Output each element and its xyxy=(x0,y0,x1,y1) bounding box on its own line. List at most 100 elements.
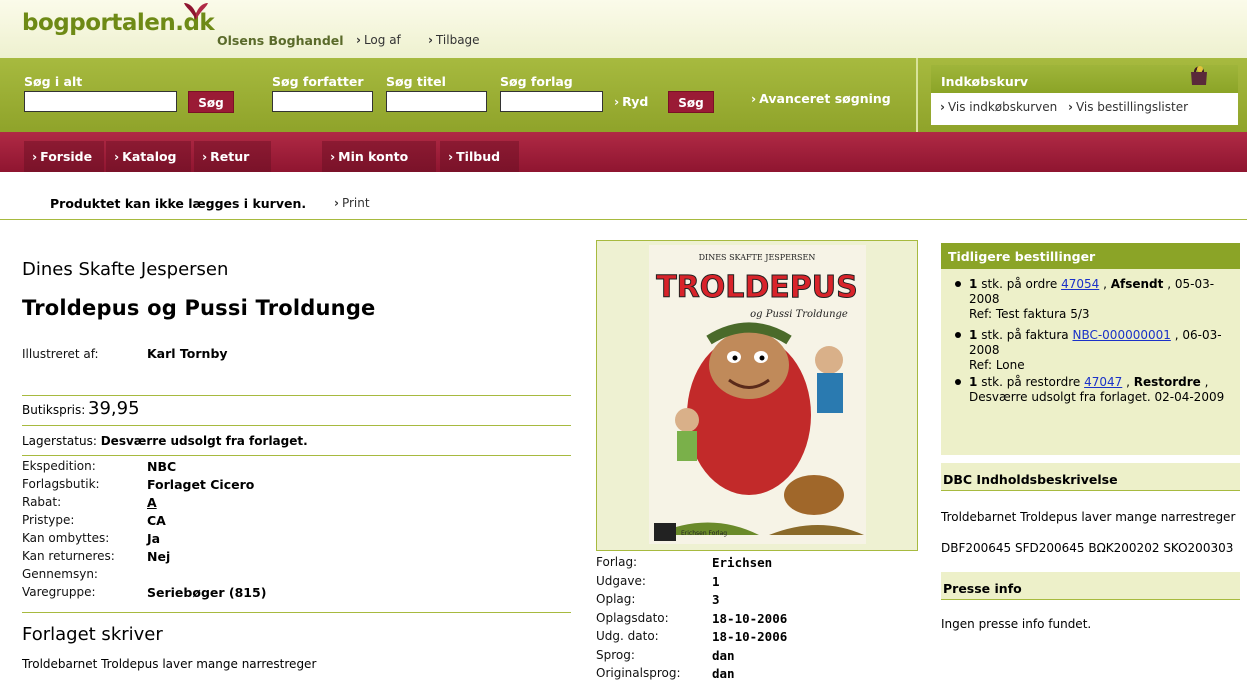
detail-label: Kan ombyttes: xyxy=(22,531,110,545)
stock-status-value: Desværre udsolgt fra forlaget. xyxy=(100,434,308,448)
order-link[interactable]: 47047 xyxy=(1084,375,1122,389)
product-title: Troldepus og Pussi Troldunge xyxy=(22,296,376,320)
detail-label: Rabat: xyxy=(22,495,62,509)
search-publisher-input[interactable] xyxy=(500,91,603,112)
publication-row: Originalsprog: dan xyxy=(596,666,918,684)
product-author[interactable]: Dines Skafte Jespersen xyxy=(22,259,228,280)
publication-row: Udg. dato: 18-10-2006 xyxy=(596,629,918,647)
bullet-icon xyxy=(955,379,961,385)
cover-author: DINES SKAFTE JESPERSEN xyxy=(699,253,816,262)
divider xyxy=(22,395,571,396)
publication-value: 3 xyxy=(712,592,720,607)
previous-order-item: 1 stk. på restordre 47047 , Restordre , … xyxy=(955,375,1234,405)
search-all-label: Søg i alt xyxy=(24,74,83,89)
detail-label: Pristype: xyxy=(22,513,75,527)
publisher-logo: Erichsen Forlag xyxy=(681,530,727,537)
publication-value: 1 xyxy=(712,573,720,589)
book-cover-image[interactable]: DINES SKAFTE JESPERSEN TROLDEPUS og Puss… xyxy=(649,245,866,544)
detail-row: Forlagsbutik: Forlaget Cicero xyxy=(22,477,571,495)
press-title: Presse info xyxy=(941,572,1240,599)
price-label: Butikspris: xyxy=(22,403,86,417)
divider xyxy=(22,455,571,456)
detail-label: Kan returneres: xyxy=(22,549,115,563)
detail-row: Kan returneres: Nej xyxy=(22,549,571,567)
detail-value: Nej xyxy=(147,549,171,564)
detail-value: Seriebøger (815) xyxy=(147,585,267,600)
order-ref: Ref: Lone xyxy=(969,358,1025,372)
order-status: Afsendt xyxy=(1110,277,1164,291)
logout-link[interactable]: › Log af xyxy=(356,33,401,47)
divider xyxy=(941,490,1240,491)
detail-value: CA xyxy=(147,513,166,528)
shop-name: Olsens Boghandel xyxy=(217,33,344,48)
detail-row: Ekspedition: NBC xyxy=(22,459,571,477)
publication-value: Erichsen xyxy=(712,555,773,570)
publication-row: Sprog: dan xyxy=(596,648,918,666)
divider xyxy=(941,599,1240,600)
book-logo-icon xyxy=(184,3,208,20)
advanced-search-link[interactable]: › Avanceret søgning xyxy=(751,91,891,106)
divider xyxy=(22,425,571,426)
search-button[interactable]: Søg xyxy=(668,91,714,113)
previous-order-item: 1 stk. på ordre 47054 , Afsendt , 05-03-… xyxy=(955,277,1234,322)
detail-label: Ekspedition: xyxy=(22,459,96,473)
divider xyxy=(0,219,1247,220)
tab-retur[interactable]: › Retur xyxy=(194,141,271,172)
stock-status: Lagerstatus: Desværre udsolgt fra forlag… xyxy=(22,434,308,448)
price-value: 39,95 xyxy=(88,398,140,419)
detail-value: Ja xyxy=(147,531,161,546)
print-link[interactable]: › Print xyxy=(334,196,370,210)
order-link[interactable]: NBC-000000001 xyxy=(1072,328,1170,342)
order-text: stk. på restordre xyxy=(981,375,1081,389)
illustrator-label: Illustreret af: xyxy=(22,347,99,361)
previous-order-item: 1 stk. på faktura NBC-000000001 , 06-03-… xyxy=(955,328,1234,373)
search-all-button[interactable]: Søg xyxy=(188,91,234,113)
publication-row: Oplagsdato: 18-10-2006 xyxy=(596,611,918,629)
detail-value[interactable]: A xyxy=(147,495,157,510)
clear-search-link[interactable]: › Ryd xyxy=(614,94,648,109)
publication-label: Oplag: xyxy=(596,592,636,606)
previous-orders-title: Tidligere bestillinger xyxy=(941,243,1240,269)
publication-value: dan xyxy=(712,647,735,663)
view-order-lists-link[interactable]: › Vis bestillingslister xyxy=(1068,100,1188,114)
publication-label: Sprog: xyxy=(596,647,635,662)
publication-label: Udg. dato: xyxy=(596,629,659,643)
publication-value: dan xyxy=(712,666,735,681)
order-ref: Ref: Test faktura 5/3 xyxy=(969,307,1090,321)
detail-row: Rabat: A xyxy=(22,495,571,513)
divider xyxy=(916,58,918,132)
search-title-input[interactable] xyxy=(386,91,487,112)
order-text: stk. på ordre xyxy=(981,277,1058,291)
tab-katalog[interactable]: › Katalog xyxy=(106,141,191,172)
order-quantity: 1 xyxy=(969,375,978,389)
press-text: Ingen presse info fundet. xyxy=(941,617,1092,631)
detail-row: Pristype: CA xyxy=(22,513,571,531)
detail-value: NBC xyxy=(147,459,177,474)
publication-value: 18-10-2006 xyxy=(712,610,788,626)
bullet-icon xyxy=(955,281,961,287)
publication-label: Originalsprog: xyxy=(596,666,681,680)
detail-value: Forlaget Cicero xyxy=(147,477,255,492)
tab-tilbud[interactable]: › Tilbud xyxy=(440,141,519,172)
illustrator-value: Karl Tornby xyxy=(147,346,228,361)
view-cart-link[interactable]: › Vis indkøbskurven xyxy=(940,100,1057,114)
detail-row: Gennemsyn: xyxy=(22,567,571,585)
cart-bag-icon[interactable] xyxy=(1186,63,1212,87)
dbc-codes: DBF200645 SFD200645 BΩK200202 SKO200303 xyxy=(941,541,1234,555)
search-all-input[interactable] xyxy=(24,91,177,112)
detail-label: Gennemsyn: xyxy=(22,567,98,581)
tab-min-konto[interactable]: › Min konto xyxy=(322,141,436,172)
publication-label: Udgave: xyxy=(596,573,646,588)
order-link[interactable]: 47054 xyxy=(1061,277,1099,291)
tab-forside[interactable]: › Forside xyxy=(24,141,104,172)
search-title-label: Søg titel xyxy=(386,74,446,89)
dbc-title: DBC Indholdsbeskrivelse xyxy=(941,463,1240,490)
publication-label: Forlag: xyxy=(596,555,638,569)
search-author-input[interactable] xyxy=(272,91,373,112)
search-publisher-label: Søg forlag xyxy=(500,74,573,89)
order-quantity: 1 xyxy=(969,277,978,291)
order-status: Restordre xyxy=(1133,375,1201,389)
divider xyxy=(22,612,571,613)
order-quantity: 1 xyxy=(969,328,978,342)
back-link[interactable]: › Tilbage xyxy=(428,33,480,47)
